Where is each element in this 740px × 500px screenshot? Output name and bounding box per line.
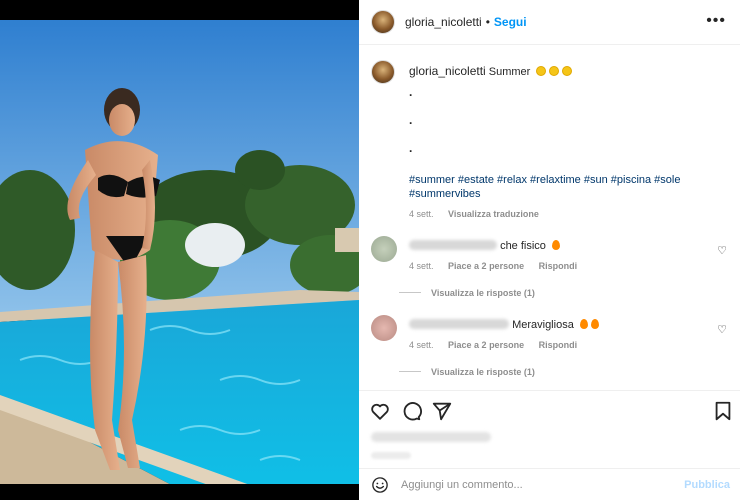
reply-button[interactable]: Rispondi bbox=[539, 340, 578, 350]
comment-text: che fisico bbox=[409, 240, 560, 252]
view-replies-link[interactable]: Visualizza le risposte (1) bbox=[399, 367, 535, 377]
post-photo[interactable] bbox=[0, 0, 359, 500]
comment-meta: 4 sett. Piace a 2 persone Rispondi bbox=[409, 261, 577, 271]
caption-hashtags[interactable]: #summer #estate #relax #relaxtime #sun #… bbox=[409, 173, 714, 201]
comment-meta: 4 sett. Piace a 2 persone Rispondi bbox=[409, 340, 577, 350]
comment-body: Meravigliosa bbox=[512, 319, 574, 331]
caption-dot-line: . bbox=[409, 141, 413, 155]
caption-time: 4 sett. bbox=[409, 209, 434, 219]
blurred-likes-count bbox=[371, 432, 491, 442]
caption-text: gloria_nicoletti Summer bbox=[409, 64, 729, 79]
emoji-picker-icon[interactable] bbox=[371, 476, 389, 494]
comment-body: che fisico bbox=[500, 240, 546, 252]
view-replies-link[interactable]: Visualizza le risposte (1) bbox=[399, 288, 535, 298]
reply-button[interactable]: Rispondi bbox=[539, 261, 578, 271]
blurred-username bbox=[409, 240, 497, 250]
comment-likes[interactable]: Piace a 2 persone bbox=[448, 340, 524, 350]
bookmark-icon[interactable] bbox=[712, 400, 734, 422]
comment-item: Meravigliosa 4 sett. Piace a 2 persone R… bbox=[371, 315, 731, 350]
comment-time: 4 sett. bbox=[409, 340, 434, 350]
emoji-icon bbox=[536, 66, 547, 76]
post-panel: gloria_nicoletti • Segui ••• gloria_nico… bbox=[359, 0, 740, 500]
commenter-avatar[interactable] bbox=[371, 315, 397, 341]
comment-input[interactable] bbox=[401, 478, 661, 491]
comment-like-icon[interactable]: ♡ bbox=[717, 323, 727, 336]
caption-meta: 4 sett. Visualizza traduzione bbox=[409, 209, 539, 219]
follow-button[interactable]: Segui bbox=[494, 15, 527, 29]
caption-username[interactable]: gloria_nicoletti bbox=[409, 64, 486, 78]
comment-time: 4 sett. bbox=[409, 261, 434, 271]
blurred-post-date bbox=[371, 452, 411, 459]
add-comment-bar: Pubblica bbox=[359, 468, 740, 500]
author-username[interactable]: gloria_nicoletti bbox=[405, 15, 482, 29]
post-header: gloria_nicoletti • Segui ••• bbox=[359, 0, 740, 45]
action-bar bbox=[359, 390, 740, 430]
fire-emoji-icon bbox=[579, 319, 588, 329]
translate-link[interactable]: Visualizza traduzione bbox=[448, 209, 539, 219]
post-comment-button[interactable]: Pubblica bbox=[684, 479, 730, 491]
caption-dot-line: . bbox=[409, 85, 413, 99]
commenter-avatar[interactable] bbox=[371, 236, 397, 262]
caption-body: Summer bbox=[488, 66, 531, 78]
more-options-icon[interactable]: ••• bbox=[706, 12, 726, 30]
comment-item: che fisico 4 sett. Piace a 2 persone Ris… bbox=[371, 236, 731, 271]
comment-icon[interactable] bbox=[400, 400, 422, 422]
comment-likes[interactable]: Piace a 2 persone bbox=[448, 261, 524, 271]
blurred-username bbox=[409, 319, 509, 329]
caption-avatar[interactable] bbox=[371, 60, 395, 84]
caption-dot-line: . bbox=[409, 113, 413, 127]
heart-icon[interactable] bbox=[369, 400, 391, 422]
header-separator: • bbox=[485, 15, 490, 29]
share-icon[interactable] bbox=[431, 400, 453, 422]
pool-photo-illustration bbox=[0, 0, 359, 500]
fire-emoji-icon bbox=[590, 319, 599, 329]
author-avatar[interactable] bbox=[371, 10, 395, 34]
emoji-icon bbox=[562, 66, 573, 76]
fire-emoji-icon bbox=[551, 240, 560, 250]
comment-text: Meravigliosa bbox=[409, 319, 599, 331]
comment-like-icon[interactable]: ♡ bbox=[717, 244, 727, 257]
emoji-icon bbox=[549, 66, 560, 76]
comments-section[interactable]: gloria_nicoletti Summer . . . #summer #e… bbox=[359, 45, 740, 390]
